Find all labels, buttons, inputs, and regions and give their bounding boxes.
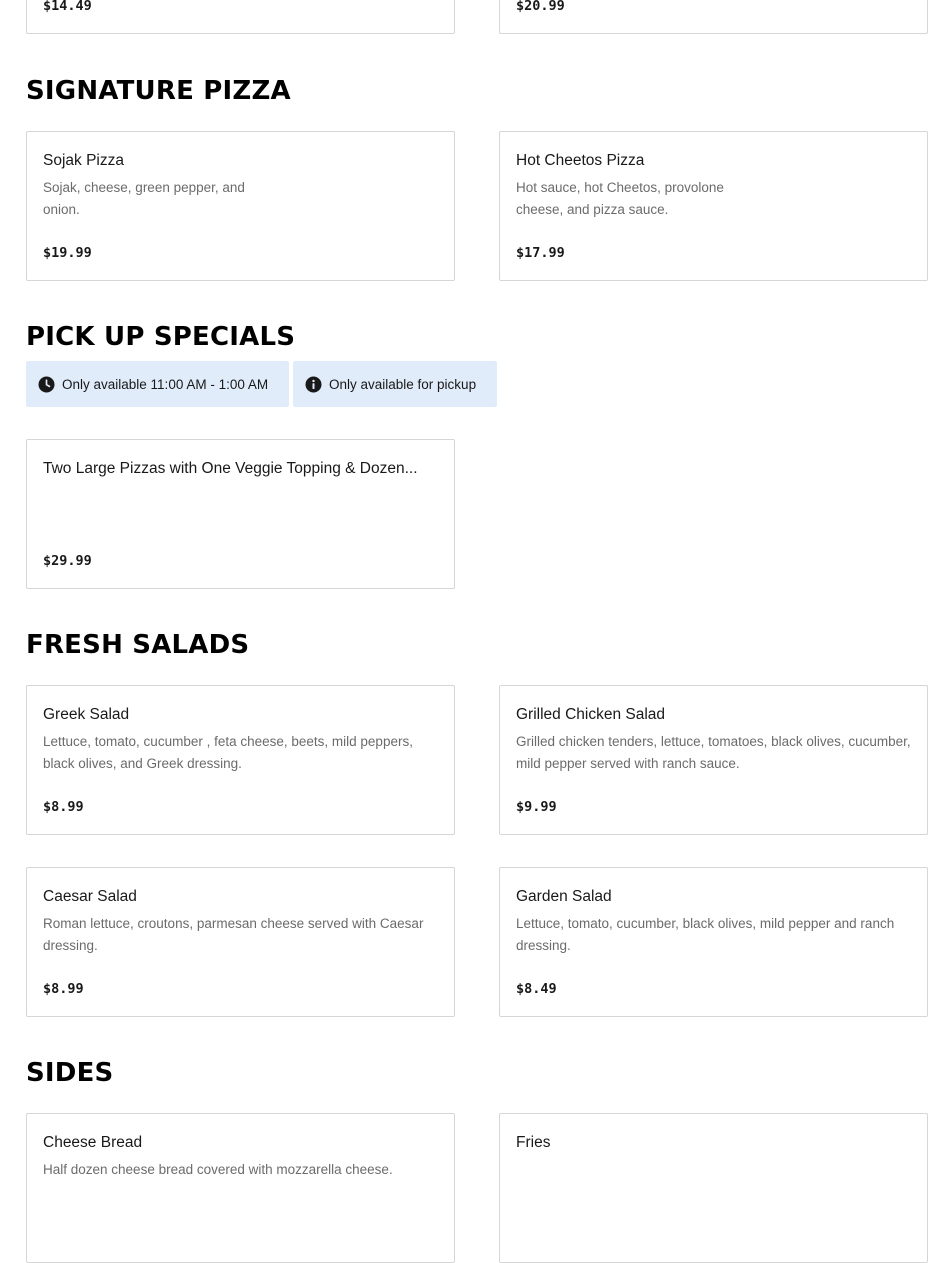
- item-price: $29.99: [43, 553, 92, 569]
- menu-item-card-greek-salad[interactable]: Greek Salad Lettuce, tomato, cucumber , …: [26, 685, 455, 835]
- badge-text: Only available for pickup: [329, 376, 477, 392]
- item-name: Sojak Pizza: [43, 152, 124, 169]
- availability-hours-badge: Only available 11:00 AM - 1:00 AM: [26, 361, 289, 407]
- item-description: Grilled chicken tenders, lettuce, tomato…: [516, 734, 911, 771]
- item-price: $19.99: [43, 245, 92, 261]
- item-description: Roman lettuce, croutons, parmesan cheese…: [43, 916, 424, 953]
- menu-item-card-garden-salad[interactable]: Garden Salad Lettuce, tomato, cucumber, …: [499, 867, 928, 1017]
- item-name: Greek Salad: [43, 706, 130, 723]
- section-title-sides: SIDES: [26, 1058, 114, 1088]
- menu-item-card-caesar-salad[interactable]: Caesar Salad Roman lettuce, croutons, pa…: [26, 867, 455, 1017]
- menu-item-card[interactable]: $20.99: [499, 0, 928, 34]
- item-description: Lettuce, tomato, cucumber , feta cheese,…: [43, 734, 413, 771]
- item-name: Grilled Chicken Salad: [516, 706, 666, 723]
- item-price: $8.99: [43, 981, 84, 997]
- item-description: Lettuce, tomato, cucumber, black olives,…: [516, 916, 895, 953]
- item-price: $8.49: [516, 981, 557, 997]
- menu-item-card-fries[interactable]: Fries: [499, 1113, 928, 1263]
- info-icon: [305, 376, 322, 393]
- item-name: Fries: [516, 1134, 551, 1151]
- menu-item-card[interactable]: $14.49: [26, 0, 455, 34]
- section-title-fresh-salads: FRESH SALADS: [26, 630, 250, 660]
- menu-item-card-hot-cheetos-pizza[interactable]: Hot Cheetos Pizza Hot sauce, hot Cheetos…: [499, 131, 928, 281]
- menu-item-card-grilled-chicken-salad[interactable]: Grilled Chicken Salad Grilled chicken te…: [499, 685, 928, 835]
- section-title-signature-pizza: SIGNATURE PIZZA: [26, 76, 291, 106]
- item-description: Hot sauce, hot Cheetos, provolone cheese…: [516, 180, 724, 217]
- menu-item-card-cheese-bread[interactable]: Cheese Bread Half dozen cheese bread cov…: [26, 1113, 455, 1263]
- item-name: Cheese Bread: [43, 1134, 143, 1151]
- badge-text: Only available 11:00 AM - 1:00 AM: [62, 376, 269, 392]
- item-description: Sojak, cheese, green pepper, and onion.: [43, 180, 245, 217]
- section-title-pick-up-specials: PICK UP SPECIALS: [26, 322, 296, 352]
- item-price: $8.99: [43, 799, 84, 815]
- menu-item-card-two-large-pizzas[interactable]: Two Large Pizzas with One Veggie Topping…: [26, 439, 455, 589]
- item-name: Garden Salad: [516, 888, 612, 905]
- menu-item-card-sojak-pizza[interactable]: Sojak Pizza Sojak, cheese, green pepper,…: [26, 131, 455, 281]
- item-price: $20.99: [516, 0, 565, 14]
- clock-icon: [38, 376, 55, 393]
- item-price: $14.49: [43, 0, 92, 14]
- pickup-only-badge: Only available for pickup: [293, 361, 497, 407]
- item-description: Half dozen cheese bread covered with moz…: [43, 1162, 393, 1177]
- item-name: Hot Cheetos Pizza: [516, 152, 645, 169]
- item-price: $9.99: [516, 799, 557, 815]
- item-name: Two Large Pizzas with One Veggie Topping…: [43, 460, 418, 477]
- item-price: $17.99: [516, 245, 565, 261]
- item-name: Caesar Salad: [43, 888, 137, 905]
